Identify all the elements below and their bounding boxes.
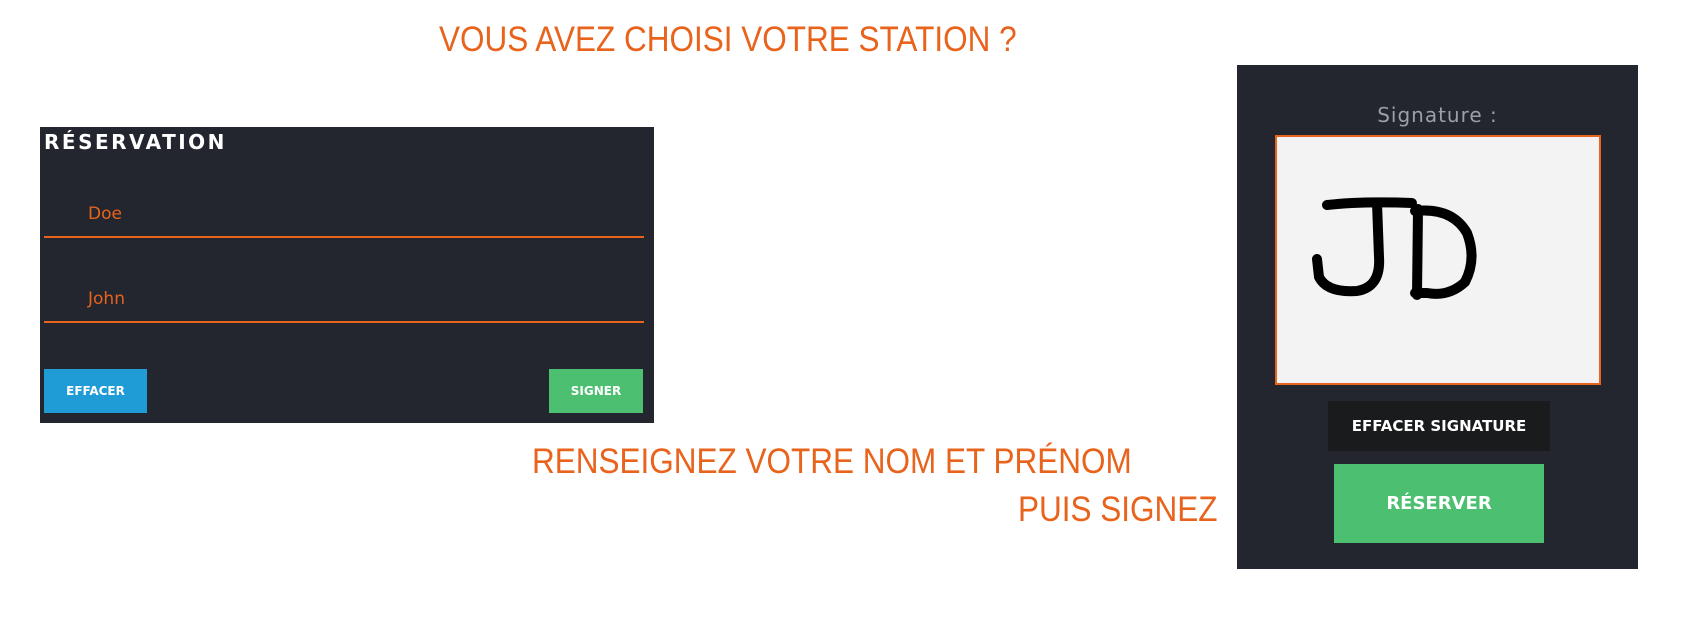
first-name-field[interactable]: John	[44, 285, 644, 323]
clear-signature-button[interactable]: EFFACER SIGNATURE	[1328, 401, 1550, 451]
reservation-title: RÉSERVATION	[44, 130, 227, 154]
signature-pad[interactable]	[1275, 135, 1601, 385]
heading-then-sign: PUIS SIGNEZ	[1018, 490, 1218, 529]
heading-enter-name: RENSEIGNEZ VOTRE NOM ET PRÉNOM	[532, 442, 1132, 481]
last-name-value: Doe	[88, 204, 122, 224]
page: VOUS AVEZ CHOISI VOTRE STATION ? RÉSERVA…	[0, 0, 1702, 630]
first-name-value: John	[88, 289, 125, 309]
signature-panel: Signature : EFFACER SIGNATURE RÉSERVER	[1237, 65, 1638, 569]
last-name-field[interactable]: Doe	[44, 200, 644, 238]
handwritten-signature	[1312, 197, 1477, 300]
reserve-button[interactable]: RÉSERVER	[1334, 464, 1544, 543]
heading-choose-station: VOUS AVEZ CHOISI VOTRE STATION ?	[439, 20, 1017, 59]
sign-button[interactable]: SIGNER	[549, 369, 643, 413]
clear-button[interactable]: EFFACER	[44, 369, 147, 413]
signature-label: Signature :	[1377, 103, 1498, 127]
reservation-panel: RÉSERVATION Doe John EFFACER SIGNER	[40, 127, 654, 423]
